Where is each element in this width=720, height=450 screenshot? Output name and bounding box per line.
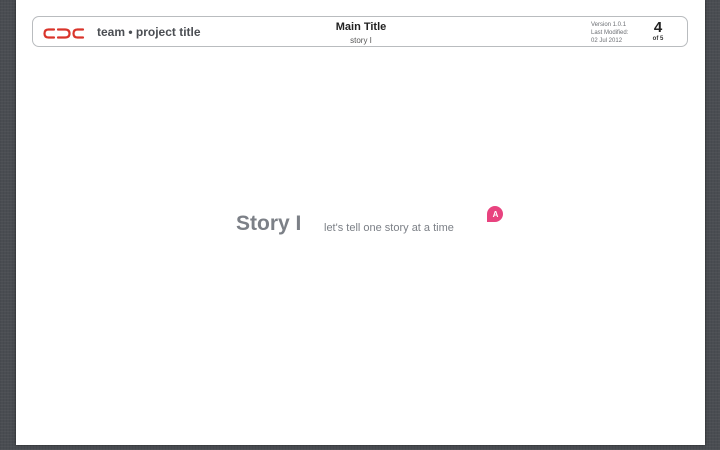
page-total: of 5 xyxy=(652,36,664,42)
last-modified-date: 02 Jul 2012 xyxy=(591,38,623,44)
story-tagline: let's tell one story at a time xyxy=(324,222,454,234)
version-label: Version 1.0.1 xyxy=(591,22,627,28)
annotation-marker-label: A xyxy=(493,210,499,219)
page-indicator: 4 of 5 xyxy=(643,20,673,43)
page-current: 4 xyxy=(653,19,663,36)
cdc-logo-icon xyxy=(43,28,85,39)
title-block: Main Title story I xyxy=(261,21,461,45)
annotation-marker-icon[interactable]: A xyxy=(486,205,504,223)
project-title: team • project title xyxy=(97,25,201,39)
story-heading: Story I xyxy=(236,212,302,235)
document-page: team • project title Main Title story I … xyxy=(16,0,705,445)
main-title: Main Title xyxy=(335,21,387,33)
page-header: team • project title Main Title story I … xyxy=(32,16,688,47)
last-modified-label: Last Modified: xyxy=(591,30,629,36)
story-subtitle: story I xyxy=(350,36,372,45)
version-info: Version 1.0.1 Last Modified: 02 Jul 2012 xyxy=(591,21,628,45)
